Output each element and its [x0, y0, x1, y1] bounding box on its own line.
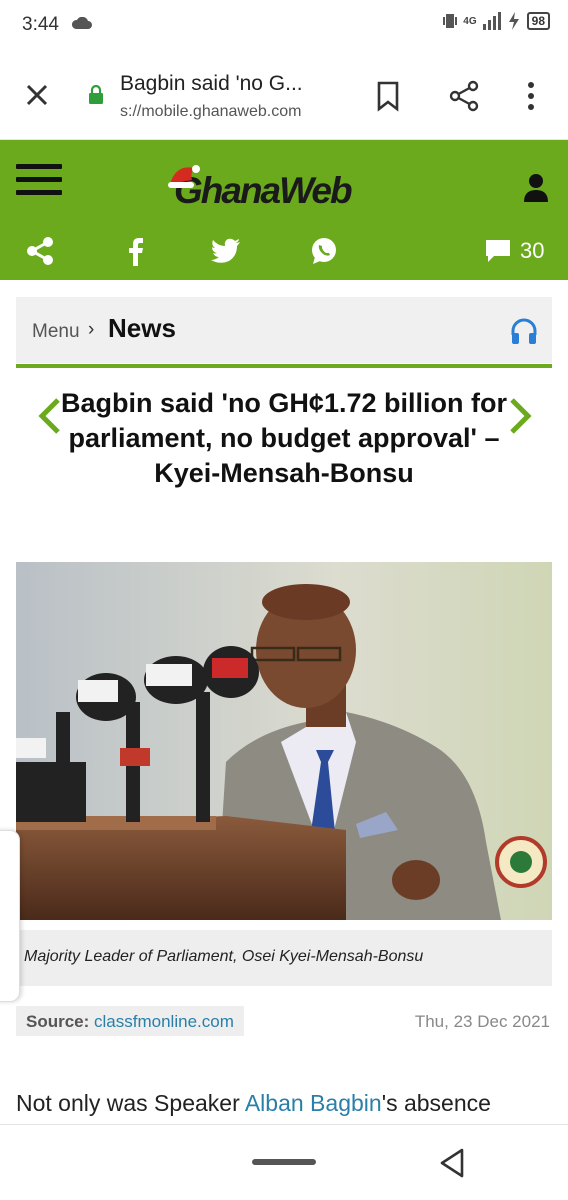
body-text-start: Not only was Speaker: [16, 1090, 245, 1116]
page: 3:44 4G 98 Bagbin said 'no G... s://mobi…: [0, 0, 568, 1200]
more-icon[interactable]: [522, 80, 540, 112]
network-type: 4G: [463, 15, 477, 27]
article-source: Source: classfmonline.com: [16, 1006, 244, 1036]
body-text-end: 's absence: [381, 1090, 491, 1116]
breadcrumb-separator: ›: [88, 319, 95, 340]
page-title: Bagbin said 'no G...: [120, 72, 303, 95]
whatsapp-icon[interactable]: [308, 236, 340, 266]
source-label: Source:: [26, 1012, 90, 1031]
article-date: Thu, 23 Dec 2021: [414, 1012, 550, 1031]
user-icon[interactable]: [522, 172, 550, 202]
side-drawer-handle[interactable]: [0, 830, 20, 1002]
share-icon[interactable]: [448, 80, 480, 112]
signal-icon: [482, 12, 501, 30]
santa-hat-icon: [168, 165, 200, 188]
breadcrumb-menu[interactable]: Menu: [32, 321, 80, 343]
site-header: GhanaWeb 30: [0, 140, 568, 280]
vibrate-icon: [443, 14, 458, 28]
cloud-icon: [72, 17, 92, 29]
site-logo[interactable]: GhanaWeb: [166, 162, 406, 212]
bookmark-icon[interactable]: [374, 80, 402, 112]
facebook-icon[interactable]: [120, 236, 152, 266]
back-triangle-icon[interactable]: [438, 1147, 466, 1179]
source-link[interactable]: classfmonline.com: [94, 1012, 234, 1031]
comment-icon: [486, 240, 510, 262]
charging-icon: [508, 12, 519, 30]
photo-caption: Majority Leader of Parliament, Osei Kyei…: [16, 930, 552, 986]
caption-text: Majority Leader of Parliament, Osei Kyei…: [24, 948, 424, 965]
article-headline: Bagbin said 'no GH¢1.72 billion for parl…: [61, 388, 507, 488]
body-link-bagbin[interactable]: Alban Bagbin: [245, 1090, 382, 1116]
system-nav-bar: [0, 1124, 568, 1200]
chevron-right-icon[interactable]: [506, 396, 534, 436]
status-time: 3:44: [22, 14, 59, 35]
hamburger-menu-icon[interactable]: [16, 164, 62, 200]
browser-toolbar: Bagbin said 'no G... s://mobile.ghanaweb…: [0, 52, 568, 140]
twitter-icon[interactable]: [210, 236, 242, 266]
share-icon[interactable]: [24, 236, 56, 266]
battery-level: 98: [526, 12, 550, 30]
article-photo: [16, 562, 552, 920]
breadcrumb: Menu › News: [16, 297, 552, 363]
comment-count: 30: [520, 238, 545, 263]
lock-icon: [89, 84, 103, 104]
breadcrumb-underline: [16, 364, 552, 368]
status-bar: 3:44 4G 98: [0, 0, 568, 52]
url-text[interactable]: s://mobile.ghanaweb.com: [120, 103, 301, 121]
breadcrumb-section[interactable]: News: [108, 313, 176, 344]
headphones-icon[interactable]: [510, 317, 538, 345]
home-gesture-pill[interactable]: [252, 1159, 316, 1165]
status-right: 4G 98: [443, 12, 550, 30]
close-icon[interactable]: [22, 80, 52, 110]
comments-link[interactable]: 30: [484, 238, 544, 264]
article-body: Not only was Speaker Alban Bagbin's abse…: [16, 1090, 491, 1117]
